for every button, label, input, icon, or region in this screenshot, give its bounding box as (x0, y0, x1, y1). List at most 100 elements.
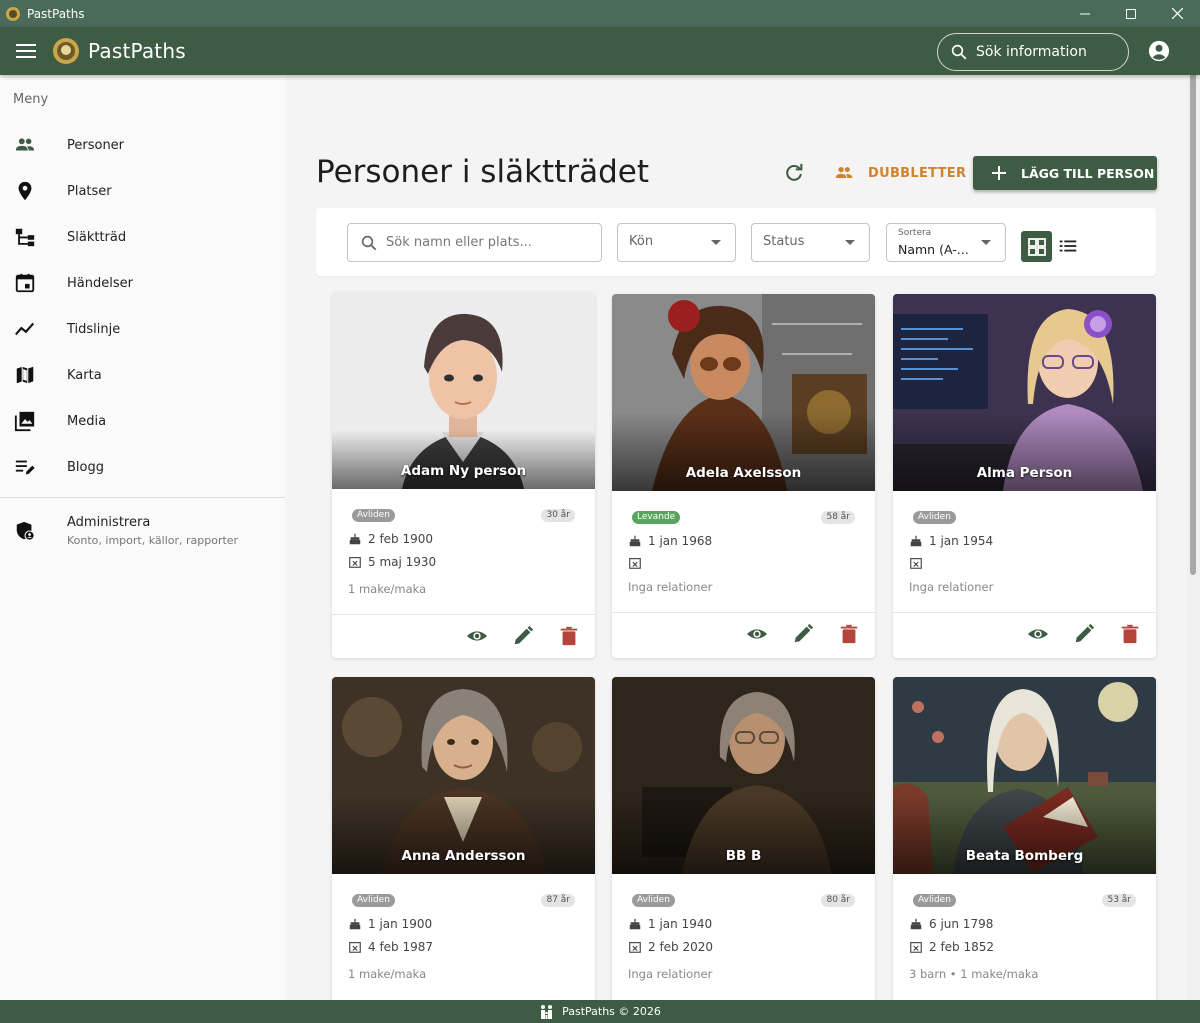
sort-select[interactable]: Sortera Namn (A-... (886, 223, 1006, 262)
sidebar-item-label: Karta (67, 367, 102, 383)
person-card[interactable]: BB B Avliden 80 år 1 jan 1940 2 feb 2020… (612, 677, 875, 1007)
relations-summary: 3 barn • 1 make/maka (909, 967, 1039, 981)
status-select[interactable]: Status (751, 223, 870, 262)
death-date: 5 maj 1930 (368, 555, 437, 569)
scrollbar-thumb[interactable] (1190, 45, 1196, 575)
place-pin-icon (18, 181, 32, 201)
cake-icon (910, 918, 922, 930)
sidebar-item-handelser[interactable]: Händelser (0, 263, 285, 303)
person-card[interactable]: Beata Bomberg Avliden 53 år 6 jun 1798 2… (893, 677, 1156, 1007)
sidebar: Meny Personer Platser Släktträd Händelse… (0, 75, 285, 1000)
calendar-x-icon (349, 557, 361, 568)
birth-row: 1 jan 1940 (628, 917, 712, 931)
window-titlebar: PastPaths (0, 0, 1200, 27)
person-card[interactable]: Adela Axelsson Levande 58 år 1 jan 1968 … (612, 294, 875, 658)
maximize-icon (1126, 8, 1136, 19)
cake-icon (349, 533, 361, 545)
relations-summary: Inga relationer (909, 580, 994, 594)
delete-trash-icon[interactable] (558, 625, 580, 647)
brand-title: PastPaths (88, 39, 186, 63)
relations-summary: Inga relationer (628, 967, 713, 981)
sidebar-item-administrera[interactable]: Administrera Konto, import, källor, rapp… (0, 511, 285, 555)
account-circle-icon[interactable] (1148, 40, 1170, 62)
sidebar-item-personer[interactable]: Personer (0, 125, 285, 165)
person-photo (893, 294, 1156, 491)
age-badge: 80 år (821, 894, 855, 907)
sidebar-item-media[interactable]: Media (0, 401, 285, 441)
sidebar-item-label: Personer (67, 137, 125, 153)
status-select-value: Status (763, 234, 805, 249)
delete-trash-icon[interactable] (1119, 623, 1141, 645)
sidebar-item-label: Tidslinje (67, 321, 121, 337)
sidebar-item-platser[interactable]: Platser (0, 171, 285, 211)
relations-summary: 1 make/maka (348, 967, 427, 981)
sidebar-item-karta[interactable]: Karta (0, 355, 285, 395)
edit-pencil-icon[interactable] (512, 625, 534, 647)
death-row: 5 maj 1930 (348, 555, 436, 569)
duplicates-label: DUBBLETTER (868, 165, 967, 181)
person-name: Adam Ny person (400, 463, 527, 479)
birth-date: 1 jan 1954 (929, 534, 994, 548)
sidebar-item-blogg[interactable]: Blogg (0, 447, 285, 487)
delete-trash-icon[interactable] (838, 623, 860, 645)
person-photo (612, 677, 875, 874)
person-card[interactable]: Alma Person Avliden 1 jan 1954 Inga rela… (893, 294, 1156, 658)
birth-date: 1 jan 1900 (368, 917, 433, 931)
death-date: 2 feb 1852 (929, 940, 995, 954)
refresh-icon[interactable] (783, 162, 805, 184)
birth-row: 2 feb 1900 (348, 532, 433, 546)
relations-summary: Inga relationer (628, 580, 713, 594)
plus-icon (992, 166, 1006, 180)
birth-row: 1 jan 1900 (348, 917, 432, 931)
person-search-input[interactable]: Sök namn eller plats... (347, 223, 602, 262)
person-card[interactable]: Adam Ny person Avliden 30 år 2 feb 1900 … (332, 292, 595, 658)
hamburger-menu-button[interactable] (14, 39, 38, 63)
death-row (628, 556, 648, 570)
view-eye-icon[interactable] (746, 623, 768, 645)
minimize-button[interactable] (1062, 0, 1108, 27)
edit-pencil-icon[interactable] (792, 623, 814, 645)
card-divider (332, 614, 595, 615)
family-icon (541, 1004, 553, 1019)
person-photo (612, 294, 875, 491)
cake-icon (910, 535, 922, 547)
sidebar-item-label: Platser (67, 183, 112, 199)
photo-library-icon (14, 411, 35, 432)
global-search[interactable]: Sök information (937, 33, 1129, 71)
card-divider (612, 612, 875, 613)
duplicates-button[interactable]: DUBBLETTER (832, 160, 966, 186)
page-title: Personer i släktträdet (316, 154, 649, 190)
sidebar-item-slakttrad[interactable]: Släktträd (0, 217, 285, 257)
gender-select[interactable]: Kön (617, 223, 736, 262)
add-person-button[interactable]: LÄGG TILL PERSON (973, 156, 1157, 190)
death-row: 2 feb 2020 (628, 940, 713, 954)
age-badge: 30 år (541, 509, 575, 522)
calendar-x-icon (910, 942, 922, 953)
death-date: 4 feb 1987 (368, 940, 434, 954)
status-badge: Avliden (352, 894, 395, 907)
person-name: Beata Bomberg (965, 848, 1084, 864)
calendar-x-icon (349, 942, 361, 953)
admin-label: Administrera (67, 515, 151, 530)
person-name: Alma Person (976, 465, 1073, 481)
person-name: Adela Axelsson (685, 465, 802, 481)
view-eye-icon[interactable] (466, 625, 488, 647)
list-view-icon[interactable] (1057, 235, 1079, 257)
close-window-button[interactable] (1154, 0, 1200, 27)
filter-bar: Sök namn eller plats... Kön Status Sorte… (316, 208, 1156, 276)
status-badge: Avliden (632, 894, 675, 907)
view-eye-icon[interactable] (1027, 623, 1049, 645)
person-card[interactable]: Anna Andersson Avliden 87 år 1 jan 1900 … (332, 677, 595, 1007)
vertical-scrollbar[interactable] (1187, 27, 1200, 1000)
hamburger-icon (16, 44, 36, 58)
sidebar-item-tidslinje[interactable]: Tidslinje (0, 309, 285, 349)
maximize-button[interactable] (1108, 0, 1154, 27)
edit-pencil-icon[interactable] (1073, 623, 1095, 645)
cake-icon (349, 918, 361, 930)
grid-view-button[interactable] (1021, 231, 1052, 262)
search-icon (951, 44, 967, 60)
card-divider (893, 612, 1156, 613)
person-photo (893, 677, 1156, 874)
person-photo (332, 677, 595, 874)
calendar-x-icon (629, 558, 641, 569)
